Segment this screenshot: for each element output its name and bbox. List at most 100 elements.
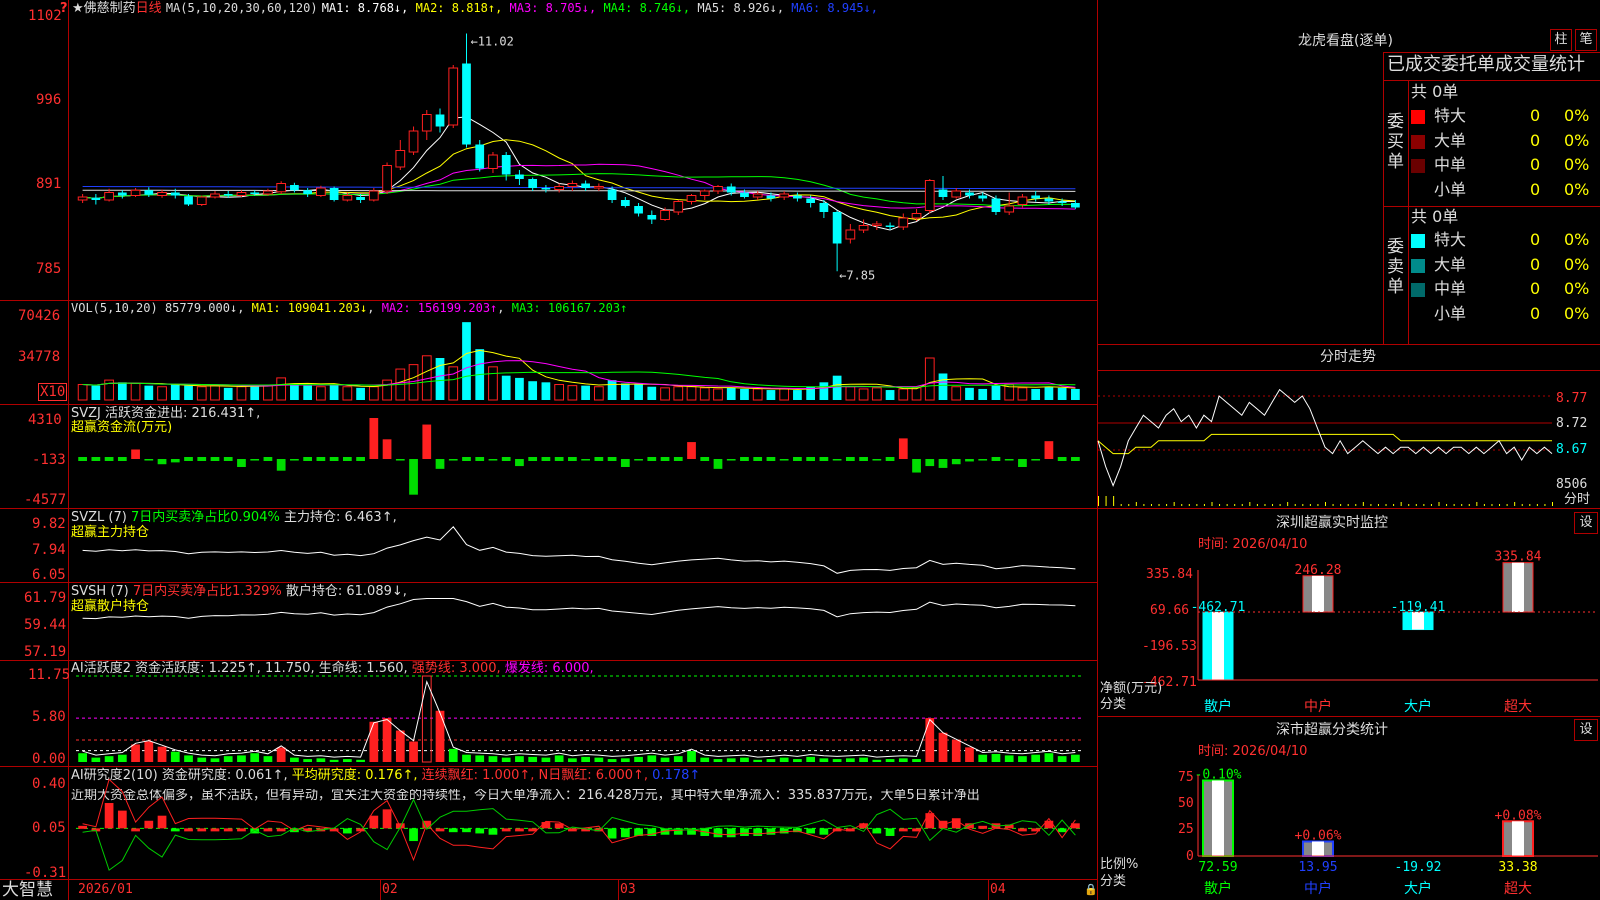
intraday-volume-bar — [1249, 502, 1251, 506]
ai-research-bar — [462, 828, 471, 833]
ai-active-bar — [501, 757, 511, 762]
candle-body — [607, 189, 617, 200]
intraday-volume-bar — [1423, 504, 1425, 506]
ai-active-bar — [78, 753, 87, 762]
intraday-volume-bar — [1166, 504, 1168, 506]
legend-swatch — [1411, 307, 1425, 322]
low-marker: ←7.85 — [839, 268, 875, 282]
volume-bar — [581, 385, 590, 400]
monitor-bar — [1212, 612, 1224, 680]
volume-bar — [567, 385, 578, 401]
volume-bar — [342, 386, 353, 401]
intraday-volume-bar — [1241, 504, 1243, 506]
fund-flow-bar — [925, 458, 935, 467]
order-count: 0 — [1530, 130, 1541, 150]
ai-research-bar — [144, 820, 154, 829]
volume-bar — [1071, 388, 1080, 400]
ai-active-bar — [117, 754, 127, 762]
candle-body — [342, 195, 353, 201]
volume-bar — [501, 375, 511, 400]
intraday-volume-bar — [1098, 496, 1099, 506]
fund-flow-bar — [1031, 458, 1041, 461]
order-pct: 0% — [1564, 106, 1590, 125]
intraday-volume-bar — [1234, 504, 1236, 506]
fund-flow-bar — [912, 458, 921, 473]
volume-bar — [647, 386, 657, 400]
candle-body — [713, 186, 723, 192]
fund-flow-bar — [342, 456, 352, 461]
ai-research-bar — [501, 828, 511, 832]
right-canvas: -462.71 散户 246.28 中户 -119.41 大户 335.84 超大 -0.10%… — [1097, 388, 1598, 897]
fund-flow-bar — [448, 458, 458, 461]
legend-swatch — [1411, 134, 1425, 149]
candle-body — [117, 192, 127, 196]
ai-research-bar — [409, 828, 418, 842]
ai-active-bar — [753, 759, 763, 762]
volume-bar — [462, 322, 471, 400]
ai-research-bar — [184, 828, 193, 832]
volume-bar — [144, 385, 154, 400]
fund-flow-bar — [1057, 456, 1067, 461]
volume-bar — [858, 388, 869, 401]
fund-flow-bar — [395, 458, 405, 461]
monitor-bar — [1312, 575, 1324, 612]
fund-flow-bar — [740, 456, 749, 461]
intraday-volume-bar — [1536, 504, 1538, 506]
volume-bar — [290, 383, 299, 400]
volume-bar — [263, 385, 273, 401]
ai-active-bar — [925, 718, 935, 762]
candle-body — [184, 196, 193, 205]
ai-research-bar — [726, 828, 736, 838]
candle-body — [170, 192, 180, 196]
monitor-category-label: 散户 — [1204, 698, 1232, 715]
fund-flow-bar — [250, 458, 260, 461]
volume-bar — [819, 382, 829, 400]
fund-flow-bar — [1071, 456, 1080, 461]
kline-panel[interactable]: ? ★佛慈制药日线 MA(5,10,20,30,60,120) MA1: 8.7… — [0, 0, 1098, 900]
legend-swatch — [1411, 110, 1425, 124]
ai-research-bar — [806, 828, 816, 834]
candle-body — [686, 195, 697, 202]
ai-active-bar — [382, 718, 392, 762]
candle-body — [779, 193, 790, 198]
volume-bar — [871, 387, 882, 401]
kline-canvas: ←11.02 ←7.85 — [76, 33, 1082, 871]
candle-body — [752, 193, 763, 198]
candle-body — [104, 192, 114, 201]
class-bar — [1312, 841, 1324, 856]
ai-active-bar — [515, 756, 524, 762]
fund-flow-bar — [78, 456, 87, 461]
ai-active-bar — [700, 757, 710, 762]
ai-research-bar — [607, 828, 617, 839]
intraday-volume-bar — [1438, 502, 1440, 506]
legend-swatch — [1411, 234, 1425, 248]
order-pct: 0% — [1564, 130, 1590, 150]
intraday-volume-bar — [1188, 504, 1190, 506]
ai-research-bar — [951, 818, 961, 829]
fund-flow-bar — [819, 456, 829, 461]
ai-active-bar — [581, 756, 590, 762]
order-count: 0 — [1530, 230, 1541, 249]
ai-research-bar — [223, 828, 233, 832]
fund-flow-bar — [1044, 441, 1054, 459]
candle-body — [276, 183, 287, 193]
ai-active-bar — [91, 757, 101, 762]
ai-active-bar — [448, 748, 458, 762]
ai-active-bar — [462, 754, 471, 762]
ai-active-bar — [104, 756, 114, 762]
ai-active-bar — [223, 756, 233, 762]
legend-swatch — [1411, 159, 1425, 173]
intraday-volume-bar — [1113, 496, 1115, 506]
ai-research-bar — [237, 828, 246, 832]
ai-research-bar — [382, 809, 392, 829]
volume-bar — [77, 384, 88, 401]
candle-body — [395, 150, 406, 168]
fund-flow-bar — [356, 456, 365, 461]
candle-body — [210, 193, 220, 198]
volume-bar — [898, 388, 909, 401]
ai-active-bar — [528, 756, 538, 762]
intraday-volume-bar — [1317, 504, 1319, 506]
volume-bar — [435, 358, 445, 400]
order-pct: 0% — [1564, 230, 1590, 249]
order-pct: 0% — [1564, 254, 1590, 274]
